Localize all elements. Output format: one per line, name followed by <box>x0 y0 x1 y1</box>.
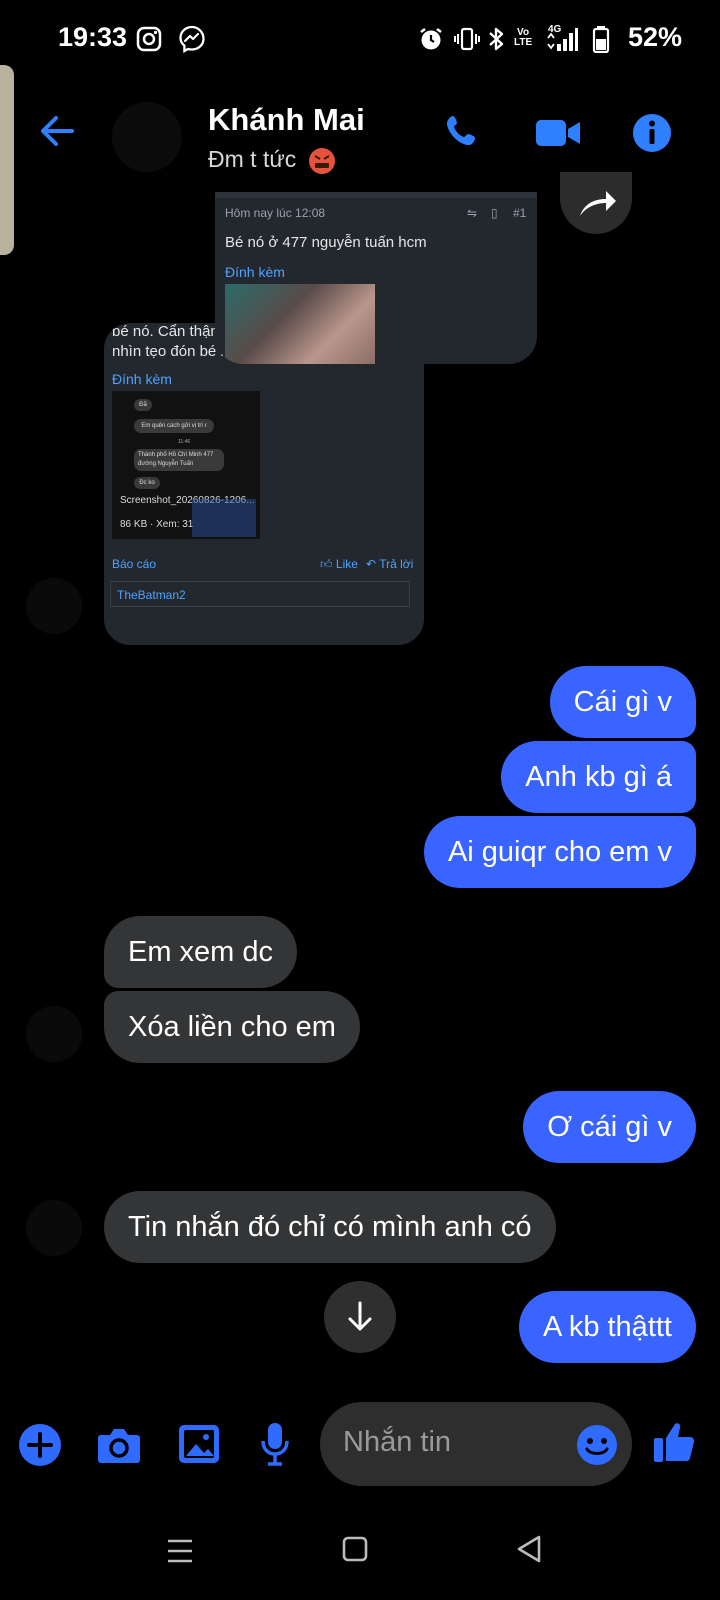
attachment-label: Đính kèm <box>225 264 285 280</box>
preview-time: 11:46 <box>178 439 191 445</box>
back-nav-icon[interactable] <box>515 1534 543 1564</box>
message-bubble-mine[interactable]: Ơ cái gì v <box>523 1091 696 1163</box>
bluetooth-icon <box>489 27 504 51</box>
vibrate-icon <box>454 27 480 51</box>
messenger-icon <box>179 25 205 53</box>
sender-avatar[interactable] <box>26 1200 82 1256</box>
reply-link: ↶ Trả lời <box>366 557 413 571</box>
like-icon: 👍︎ <box>320 557 333 571</box>
attachment-photo <box>225 284 375 364</box>
message-bubble-mine[interactable]: Anh kb gì á <box>501 741 696 813</box>
gallery-icon[interactable] <box>178 1424 220 1464</box>
bookmark-icon: ▯ <box>491 206 498 220</box>
post-timestamp: Hôm nay lúc 12:08 <box>225 206 326 220</box>
arrow-down-icon <box>348 1301 372 1331</box>
forward-arrow-icon <box>580 191 616 216</box>
preview-msg-2: Em quên cách gửi vị trí r <box>134 419 214 433</box>
post-number: #1 <box>513 206 527 220</box>
phone-call-icon[interactable] <box>444 113 484 153</box>
message-bubble-mine[interactable]: Ai guiqr cho em v <box>423 816 696 888</box>
shared-screenshot-image-2[interactable]: bé nó. Cẩn thận nhìn tẹo đón bé nó Đính … <box>104 323 424 645</box>
message-bubble-mine[interactable]: Cái gì v <box>549 666 696 738</box>
like-link: 👍︎ Like <box>320 557 358 572</box>
system-navigation-bar <box>0 1510 720 1600</box>
message-input-placeholder: Nhắn tin <box>343 1426 452 1458</box>
volte-indicator: Vo LTE <box>514 27 533 48</box>
preview-msg-1: Đã <box>134 399 152 411</box>
preview-msg-3-line1: Thành phố Hồ Chí Minh 477 <box>138 452 214 458</box>
message-bubble-theirs[interactable]: Tin nhắn đó chỉ có mình anh có <box>104 1191 556 1263</box>
image-top-edge <box>215 192 537 198</box>
message-bubble-theirs[interactable]: Xóa liền cho em <box>104 991 360 1063</box>
contact-avatar[interactable] <box>112 102 182 172</box>
sender-avatar[interactable] <box>26 578 82 634</box>
shared-screenshot-image-1[interactable]: Hôm nay lúc 12:08 ⇋ ▯ #1 Bé nó ở 477 ngu… <box>215 192 537 364</box>
reply-icon: ↶ <box>366 557 377 571</box>
info-icon[interactable] <box>632 113 672 153</box>
blurred-region <box>192 499 256 537</box>
recent-apps-icon[interactable] <box>166 1538 194 1564</box>
instagram-icon <box>136 26 162 52</box>
message-bubble-theirs[interactable]: Em xem dc <box>104 916 298 988</box>
battery-icon <box>592 26 610 53</box>
back-arrow-icon[interactable] <box>38 112 76 150</box>
likes-box: TheBatman2 <box>110 581 410 607</box>
post-text-line1: bé nó. Cẩn thận <box>112 323 219 340</box>
file-meta: 86 KB · Xem: 31 <box>120 519 194 530</box>
video-call-icon[interactable] <box>534 115 582 151</box>
message-bubble-mine[interactable]: A kb thậttt <box>519 1291 696 1363</box>
preview-msg-3: Thành phố Hồ Chí Minh 477 đường Nguyễn T… <box>134 449 224 471</box>
scroll-to-bottom-button[interactable] <box>324 1281 396 1353</box>
status-time: 19:33 <box>58 22 128 52</box>
like-label: Like <box>335 557 358 571</box>
preview-msg-4: Đc ko <box>134 477 160 489</box>
attachment-thumbnail: Đã Em quên cách gửi vị trí r 11:46 Thành… <box>112 391 260 539</box>
alarm-icon <box>420 28 442 50</box>
angry-face-emoji-icon <box>308 147 335 174</box>
report-link: Báo cáo <box>112 557 157 571</box>
contact-status: Đm t tức <box>208 146 335 174</box>
attachment-label: Đính kèm <box>112 371 172 387</box>
microphone-icon[interactable] <box>260 1421 290 1467</box>
status-bar: 19:33 Vo LTE 4G 52% <box>0 0 720 80</box>
thumbs-up-icon[interactable] <box>652 1420 696 1464</box>
camera-icon[interactable] <box>97 1425 141 1465</box>
preview-msg-3-line2: đường Nguyễn Tuấn <box>138 461 194 467</box>
battery-percent: 52% <box>628 22 683 52</box>
liker-name: TheBatman2 <box>117 588 186 602</box>
contact-status-text: Đm t tức <box>208 146 297 172</box>
emoji-icon[interactable] <box>576 1424 618 1466</box>
signal-icon <box>547 28 578 51</box>
forward-button[interactable] <box>560 172 632 234</box>
share-icon: ⇋ <box>467 206 478 220</box>
sender-avatar[interactable] <box>26 1006 82 1062</box>
reply-label: Trả lời <box>379 557 414 571</box>
plus-icon[interactable] <box>18 1423 62 1467</box>
contact-name[interactable]: Khánh Mai <box>208 102 365 138</box>
post-text: Bé nó ở 477 nguyễn tuấn hcm <box>225 234 427 251</box>
home-icon[interactable] <box>342 1536 368 1562</box>
